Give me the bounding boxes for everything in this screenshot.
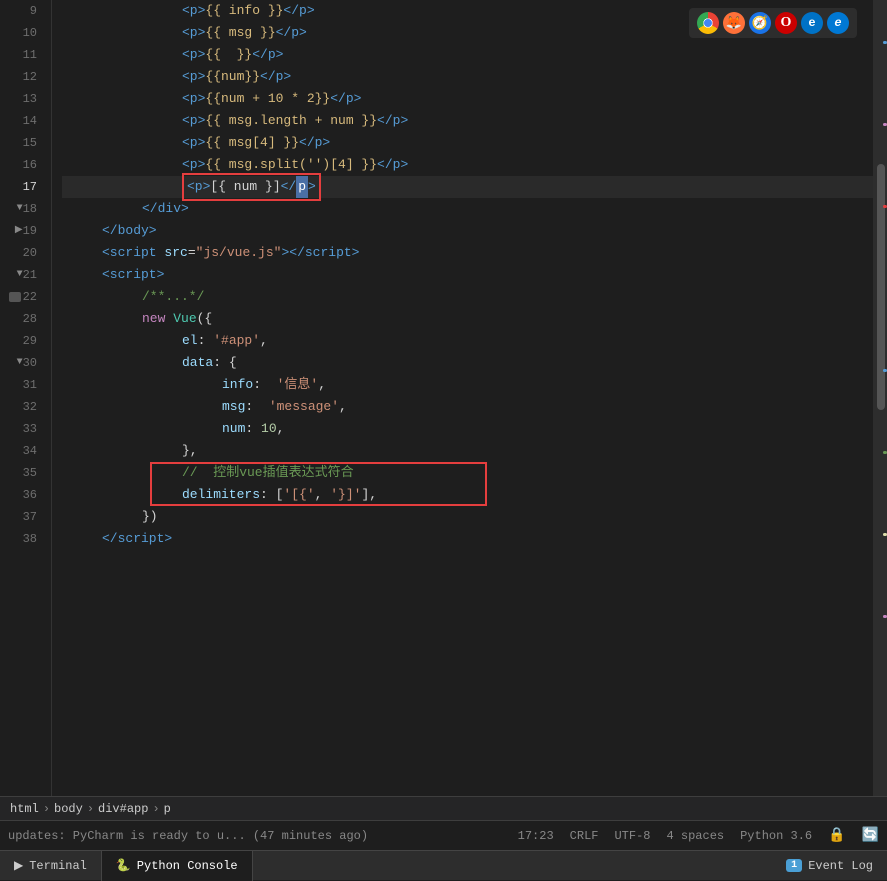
code-line-31: info: '信息', bbox=[62, 374, 887, 396]
tab-terminal[interactable]: ▶ Terminal bbox=[0, 851, 102, 881]
terminal-icon: ▶ bbox=[14, 858, 23, 873]
code-line-18: </div> bbox=[62, 198, 887, 220]
code-line-12: <p>{{num}}</p> bbox=[62, 66, 887, 88]
ln-12: 12 bbox=[0, 66, 43, 88]
red-box-container: // 控制vue插值表达式符合 delimiters: ['[{', '}]']… bbox=[62, 462, 887, 506]
ln-21: ▼ 21 bbox=[0, 264, 43, 286]
ln-36: 36 bbox=[0, 484, 43, 506]
scrollbar-thumb[interactable] bbox=[877, 164, 885, 410]
terminal-label: Terminal bbox=[29, 859, 87, 873]
line-numbers: 9 10 11 12 13 14 15 16 17 ▼ 18 ▶ 19 20 ▼… bbox=[0, 0, 52, 820]
ln-22: 22 bbox=[0, 286, 43, 308]
code-line-29: el: '#app', bbox=[62, 330, 887, 352]
ln-9: 9 bbox=[0, 0, 43, 22]
code-line-33: num: 10, bbox=[62, 418, 887, 440]
scroll-indicator-6 bbox=[883, 533, 887, 536]
right-scrollbar[interactable] bbox=[873, 0, 887, 820]
ln-17: 17 bbox=[0, 176, 43, 198]
code-line-36: delimiters: ['[{', '}]'], bbox=[62, 484, 887, 506]
breadcrumb-sep-1: › bbox=[43, 802, 50, 816]
code-line-21: <script> bbox=[62, 264, 887, 286]
browser-icons-bar: 🦊 🧭 O e e bbox=[689, 8, 857, 38]
scroll-indicator-7 bbox=[883, 615, 887, 618]
ln-35: 35 bbox=[0, 462, 43, 484]
code-line-28: new Vue({ bbox=[62, 308, 887, 330]
ln-10: 10 bbox=[0, 22, 43, 44]
code-line-19: </body> bbox=[62, 220, 887, 242]
breadcrumb: html › body › div#app › p bbox=[0, 796, 887, 820]
scroll-indicator-3 bbox=[883, 205, 887, 208]
ln-31: 31 bbox=[0, 374, 43, 396]
edge-icon[interactable]: e bbox=[827, 12, 849, 34]
breadcrumb-sep-3: › bbox=[152, 802, 159, 816]
ln-37: 37 bbox=[0, 506, 43, 528]
status-updates: updates: PyCharm is ready to u... (47 mi… bbox=[8, 829, 368, 843]
breadcrumb-div[interactable]: div#app bbox=[98, 802, 148, 816]
breadcrumb-sep-2: › bbox=[87, 802, 94, 816]
firefox-icon[interactable]: 🦊 bbox=[723, 12, 745, 34]
event-log-badge: 1 bbox=[786, 859, 802, 872]
code-line-32: msg: 'message', bbox=[62, 396, 887, 418]
code-line-22: /**...*/ bbox=[62, 286, 887, 308]
safari-icon[interactable]: 🧭 bbox=[749, 12, 771, 34]
code-content[interactable]: <p>{{ info }}</p> <p>{{ msg }}</p> <p>{{… bbox=[52, 0, 887, 820]
chrome-icon[interactable] bbox=[697, 12, 719, 34]
python-console-label: Python Console bbox=[137, 859, 238, 873]
ln-18: ▼ 18 bbox=[0, 198, 43, 220]
scroll-indicator-1 bbox=[883, 41, 887, 44]
breadcrumb-body[interactable]: body bbox=[54, 802, 83, 816]
code-line-14: <p>{{ msg.length + num }}</p> bbox=[62, 110, 887, 132]
scroll-indicator-5 bbox=[883, 451, 887, 454]
ln-14: 14 bbox=[0, 110, 43, 132]
code-line-15: <p>{{ msg[4] }}</p> bbox=[62, 132, 887, 154]
fold-arrow-19[interactable]: ▶ bbox=[15, 220, 23, 242]
ln-29: 29 bbox=[0, 330, 43, 352]
code-line-38: </script> bbox=[62, 528, 887, 550]
ln-16: 16 bbox=[0, 154, 43, 176]
status-eol[interactable]: CRLF bbox=[570, 829, 599, 843]
ie-icon[interactable]: e bbox=[801, 12, 823, 34]
status-sync-icon[interactable]: 🔄 bbox=[862, 827, 879, 844]
tab-event-log[interactable]: 1 Event Log bbox=[772, 851, 887, 881]
ln-34: 34 bbox=[0, 440, 43, 462]
ln-15: 15 bbox=[0, 132, 43, 154]
scroll-indicator-2 bbox=[883, 123, 887, 126]
scroll-indicator-4 bbox=[883, 369, 887, 372]
code-line-13: <p>{{num + 10 * 2}}</p> bbox=[62, 88, 887, 110]
ln-28: 28 bbox=[0, 308, 43, 330]
code-line-11: <p>{{ }}</p> bbox=[62, 44, 887, 66]
status-lock-icon: 🔒 bbox=[828, 827, 845, 844]
ln-30: ▼ 30 bbox=[0, 352, 43, 374]
code-line-17: <p>[{ num }]</p> bbox=[62, 176, 887, 198]
code-line-35: // 控制vue插值表达式符合 bbox=[62, 462, 887, 484]
opera-icon[interactable]: O bbox=[775, 12, 797, 34]
ln-20: 20 bbox=[0, 242, 43, 264]
code-line-34: }, bbox=[62, 440, 887, 462]
tab-python-console[interactable]: 🐍 Python Console bbox=[102, 851, 253, 881]
status-line-col[interactable]: 17:23 bbox=[518, 829, 554, 843]
ln-11: 11 bbox=[0, 44, 43, 66]
python-console-icon: 🐍 bbox=[116, 858, 131, 873]
breadcrumb-p[interactable]: p bbox=[164, 802, 171, 816]
code-line-30: data: { bbox=[62, 352, 887, 374]
status-encoding[interactable]: UTF-8 bbox=[614, 829, 650, 843]
status-indent[interactable]: 4 spaces bbox=[667, 829, 725, 843]
event-log-label: Event Log bbox=[808, 859, 873, 873]
ln-13: 13 bbox=[0, 88, 43, 110]
code-line-20: <script src="js/vue.js"></script> bbox=[62, 242, 887, 264]
breadcrumb-html[interactable]: html bbox=[10, 802, 39, 816]
status-bar: updates: PyCharm is ready to u... (47 mi… bbox=[0, 820, 887, 850]
bottom-tabs: ▶ Terminal 🐍 Python Console 1 Event Log bbox=[0, 850, 887, 880]
ln-33: 33 bbox=[0, 418, 43, 440]
scrollbar-track[interactable] bbox=[873, 0, 887, 820]
status-python[interactable]: Python 3.6 bbox=[740, 829, 812, 843]
ln-32: 32 bbox=[0, 396, 43, 418]
ln-19: ▶ 19 bbox=[0, 220, 43, 242]
ln-38: 38 bbox=[0, 528, 43, 550]
code-line-37: }) bbox=[62, 506, 887, 528]
